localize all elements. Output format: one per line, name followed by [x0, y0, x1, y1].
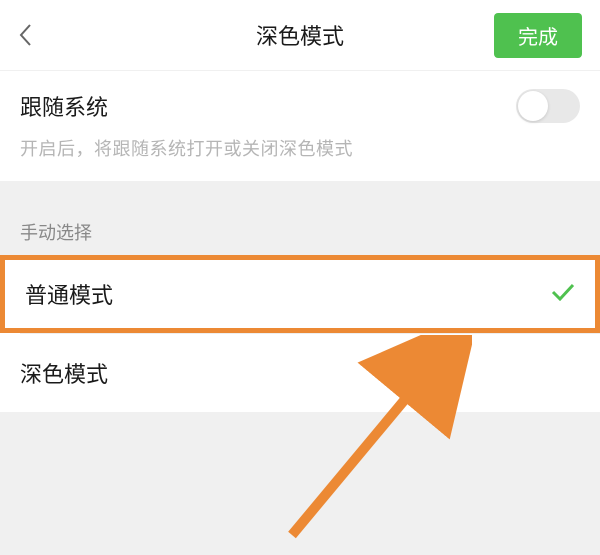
follow-system-description: 开启后，将跟随系统打开或关闭深色模式: [20, 135, 580, 161]
done-button[interactable]: 完成: [494, 13, 582, 58]
header-bar: 深色模式 完成: [0, 0, 600, 70]
back-button[interactable]: [18, 15, 58, 55]
option-normal-mode[interactable]: 普通模式: [0, 255, 600, 333]
manual-section-label: 手动选择: [0, 181, 600, 255]
follow-system-toggle[interactable]: [516, 89, 580, 123]
chevron-left-icon: [18, 23, 32, 47]
option-label: 普通模式: [25, 278, 113, 310]
check-icon: [551, 281, 575, 307]
page-title: 深色模式: [256, 19, 344, 51]
mode-option-list: 普通模式 深色模式: [0, 255, 600, 412]
toggle-knob: [518, 91, 548, 121]
follow-system-section: 跟随系统 开启后，将跟随系统打开或关闭深色模式: [0, 71, 600, 181]
option-dark-mode[interactable]: 深色模式: [0, 334, 600, 412]
option-label: 深色模式: [20, 357, 108, 389]
follow-system-row: 跟随系统: [20, 89, 580, 123]
follow-system-label: 跟随系统: [20, 90, 108, 122]
